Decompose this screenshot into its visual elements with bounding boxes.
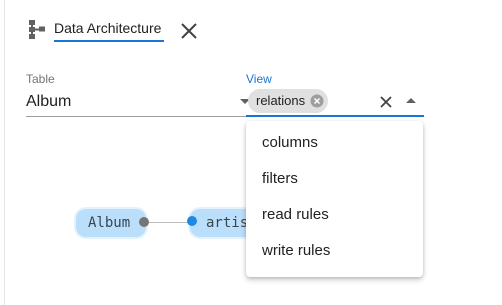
dropdown-arrow-up-icon[interactable] xyxy=(406,98,416,103)
menu-item-filters[interactable]: filters xyxy=(246,161,423,197)
schema-icon xyxy=(26,18,48,40)
view-field-label: View xyxy=(246,72,272,86)
view-chip-relations[interactable]: relations xyxy=(248,89,329,113)
panel-border xyxy=(4,0,5,305)
node-input-port[interactable] xyxy=(187,216,197,226)
table-select-value[interactable]: Album xyxy=(26,92,71,112)
graph-edge xyxy=(147,222,191,223)
graph-node-album[interactable]: Album xyxy=(76,209,146,237)
table-field-underline xyxy=(26,116,254,117)
view-options-menu: columns filters read rules write rules xyxy=(246,121,423,277)
chip-label: relations xyxy=(256,93,306,108)
close-icon[interactable] xyxy=(178,20,200,42)
view-field-underline xyxy=(246,115,424,117)
cancel-circle-icon[interactable] xyxy=(310,94,324,108)
clear-icon[interactable] xyxy=(378,94,394,110)
menu-item-read-rules[interactable]: read rules xyxy=(246,197,423,233)
table-field-label: Table xyxy=(26,72,55,86)
tab-active-indicator xyxy=(54,40,164,42)
node-output-port[interactable] xyxy=(139,217,149,227)
menu-item-write-rules[interactable]: write rules xyxy=(246,233,423,269)
menu-item-columns[interactable]: columns xyxy=(246,125,423,161)
